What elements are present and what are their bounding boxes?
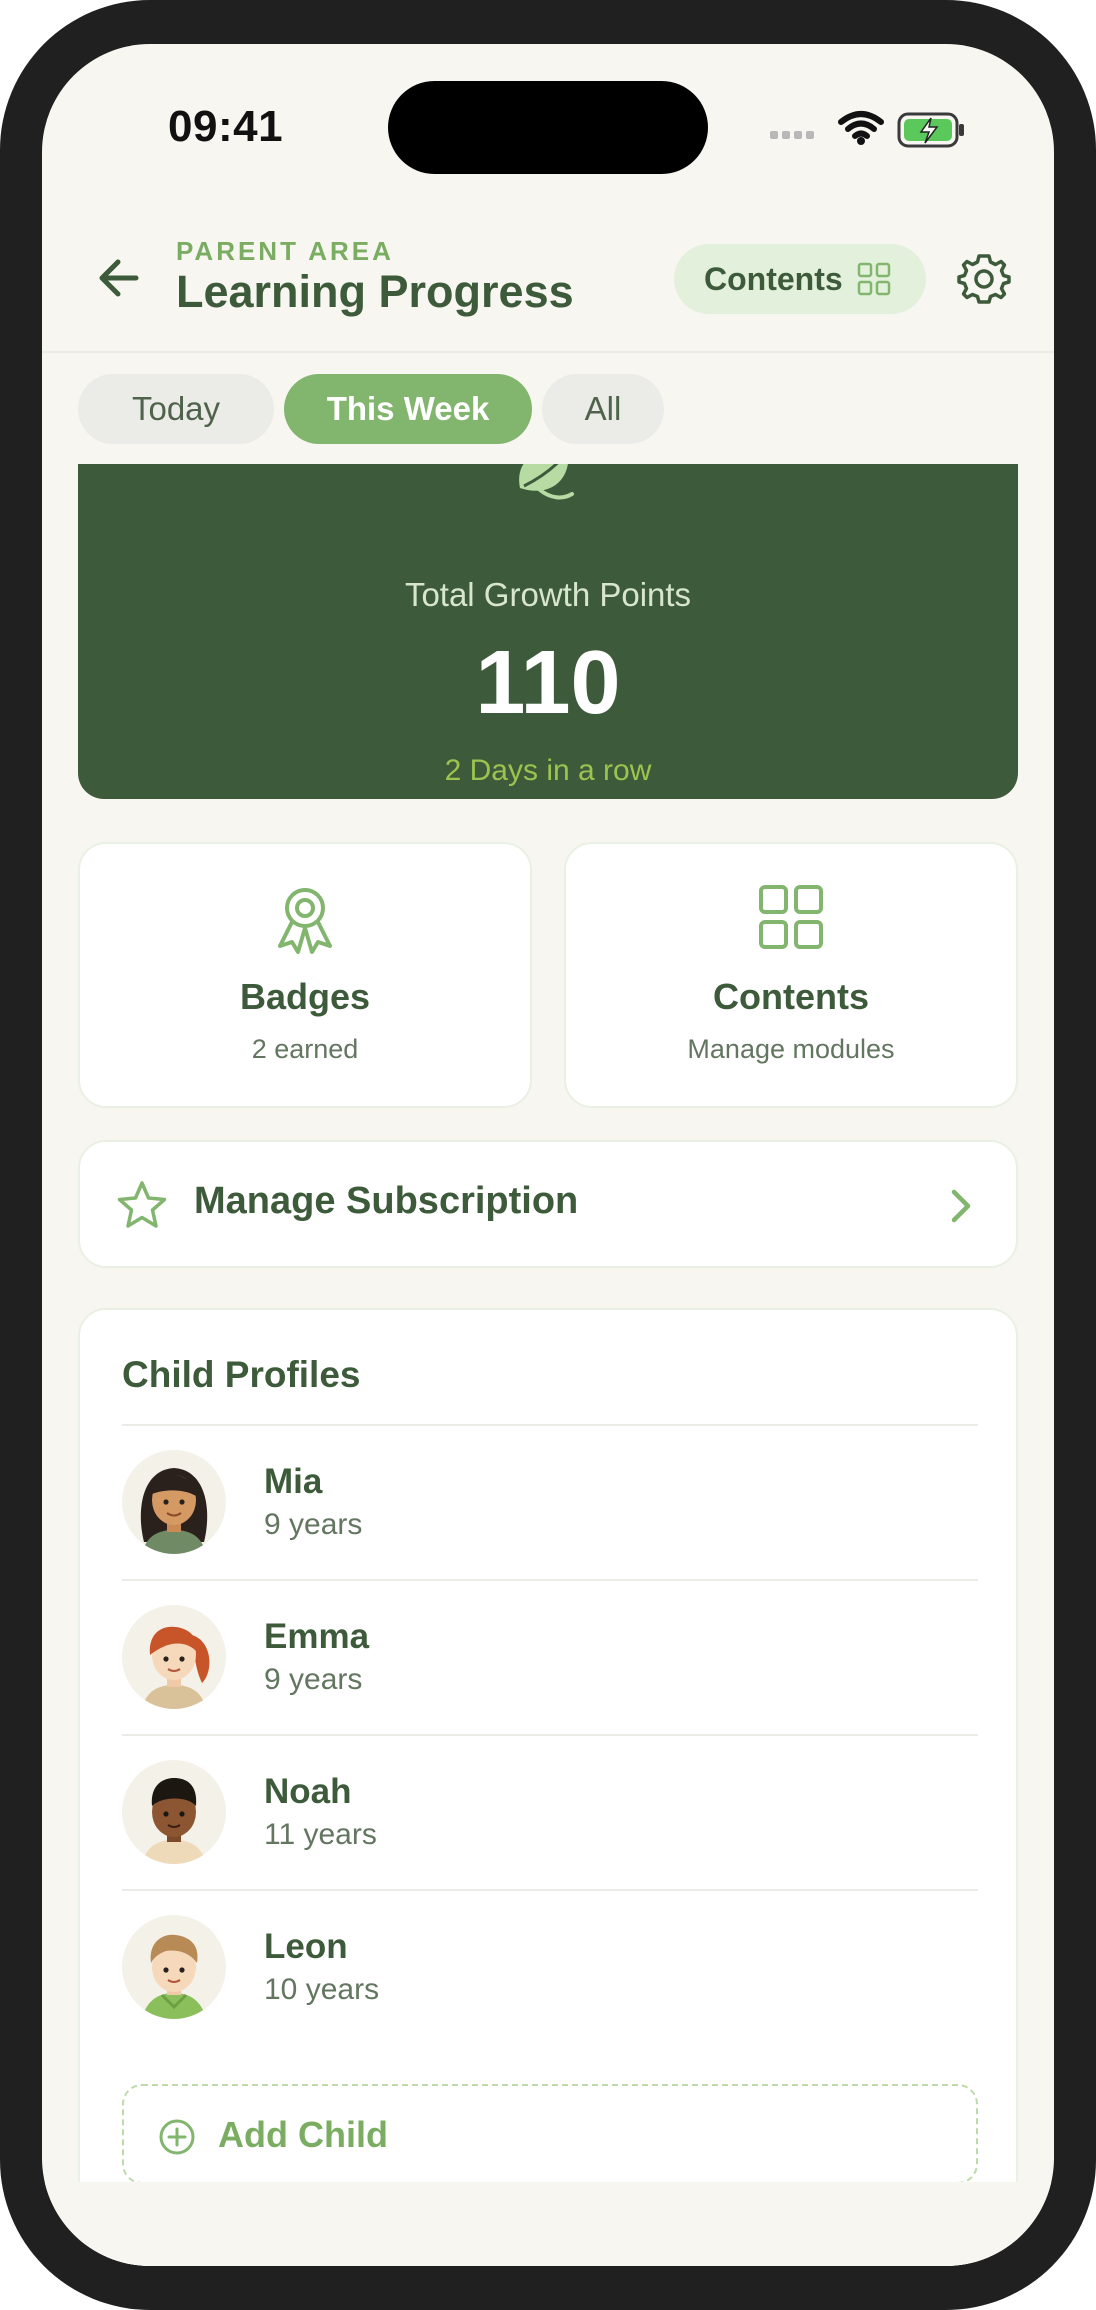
star-icon (117, 1181, 167, 1228)
contents-title: Contents (713, 976, 869, 1017)
child-avatar-mia (140, 1468, 208, 1554)
settings-gear-icon[interactable] (956, 251, 1012, 307)
tab-today[interactable]: Today (78, 374, 274, 444)
add-child-label: Add Child (218, 2114, 388, 2155)
child-age: 11 years (264, 1818, 377, 1851)
badges-card[interactable]: Badges 2 earned (78, 842, 532, 1108)
child-avatar-emma (142, 1626, 210, 1709)
leaf-icon (519, 464, 574, 500)
child-name: Mia (264, 1462, 323, 1501)
grid-icon (857, 262, 890, 296)
status-time: 09:41 (168, 102, 284, 151)
page-title: Learning Progress (176, 266, 574, 317)
streak-text: 2 Days in a row (444, 754, 652, 787)
plus-circle-icon (159, 2119, 195, 2155)
child-row-leon[interactable]: Leon 10 years (122, 1889, 978, 2046)
badges-subtitle: 2 earned (251, 1034, 359, 1064)
chevron-right-icon (951, 1189, 971, 1223)
child-profiles-title: Child Profiles (122, 1354, 361, 1395)
back-arrow-icon[interactable] (92, 252, 148, 304)
tab-this-week[interactable]: This Week (284, 374, 532, 444)
contents-button-label: Contents (704, 260, 843, 297)
add-child-button[interactable]: Add Child (122, 2084, 978, 2184)
section-kicker: PARENT AREA (176, 236, 394, 266)
child-row-noah[interactable]: Noah 11 years (122, 1734, 978, 1891)
contents-card[interactable]: Contents Manage modules (564, 842, 1018, 1108)
child-age: 9 years (264, 1663, 363, 1696)
grid-icon (759, 885, 823, 949)
contents-button[interactable]: Contents (674, 244, 926, 314)
header-divider (42, 351, 1054, 353)
avatar (122, 1760, 226, 1864)
battery-charging-icon (897, 112, 964, 148)
child-age: 9 years (264, 1508, 363, 1541)
manage-subscription-row[interactable]: Manage Subscription (78, 1140, 1018, 1268)
child-row-mia[interactable]: Mia 9 years (122, 1424, 978, 1581)
wifi-icon (838, 111, 884, 145)
bottom-safe-area (42, 2182, 1054, 2266)
child-name: Noah (264, 1772, 352, 1811)
child-name: Emma (264, 1617, 370, 1656)
growth-points-label: Total Growth Points (404, 576, 692, 613)
child-avatar-leon (142, 1934, 206, 2019)
child-row-emma[interactable]: Emma 9 years (122, 1579, 978, 1736)
child-avatar-noah (142, 1778, 206, 1864)
avatar (122, 1450, 226, 1554)
phone-frame: 09:41 PARENT AREA Learning Progress Cont… (0, 0, 1096, 2310)
contents-subtitle: Manage modules (687, 1034, 895, 1064)
child-age: 10 years (264, 1973, 380, 2006)
badges-title: Badges (239, 976, 371, 1017)
award-ribbon-icon (278, 888, 332, 954)
tab-all[interactable]: All (542, 374, 664, 444)
growth-points-value: 110 (475, 633, 621, 733)
manage-subscription-label: Manage Subscription (194, 1180, 579, 1222)
cellular-signal-icon (770, 131, 814, 139)
avatar (122, 1605, 226, 1709)
child-name: Leon (264, 1927, 348, 1966)
growth-points-card: Total Growth Points 110 2 Days in a row (78, 464, 1018, 799)
screen: 09:41 PARENT AREA Learning Progress Cont… (42, 44, 1054, 2266)
dynamic-island (388, 81, 708, 174)
avatar (122, 1915, 226, 2019)
child-profiles-card: Child Profiles Mia 9 years Emma 9 years … (78, 1308, 1018, 2266)
